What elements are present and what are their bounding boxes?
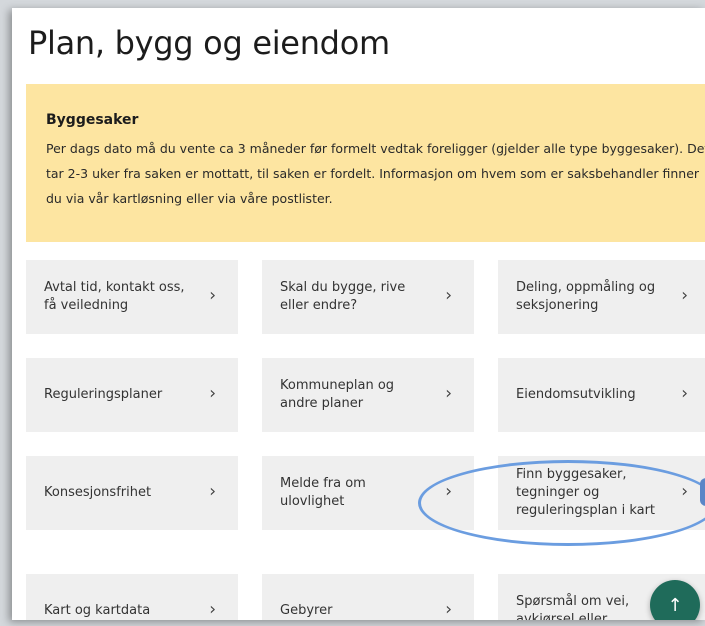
notice-text: Per dags dato må du vente ca 3 måneder f… xyxy=(46,141,705,206)
tile-label: Kommuneplan og andre planer xyxy=(280,378,395,411)
chevron-right-icon: › xyxy=(445,481,452,502)
tile-avtal-tid[interactable]: Avtal tid, kontakt oss, få veiledning › xyxy=(26,260,238,334)
chevron-right-icon: › xyxy=(209,481,216,502)
tile-reguleringsplaner[interactable]: Reguleringsplaner › xyxy=(26,358,238,432)
tile-label: Eiendomsutvikling xyxy=(516,387,636,402)
tile-label: Gebyrer xyxy=(280,603,333,618)
tile-eiendomsutvikling[interactable]: Eiendomsutvikling › xyxy=(498,358,705,432)
tile-deling-oppmaling[interactable]: Deling, oppmåling og seksjonering › xyxy=(498,260,705,334)
tile-gebyrer[interactable]: Gebyrer › xyxy=(262,574,474,620)
chevron-right-icon: › xyxy=(209,383,216,404)
chevron-right-icon: › xyxy=(681,383,688,404)
notice-title: Byggesaker xyxy=(46,112,139,128)
tile-konsesjonsfrihet[interactable]: Konsesjonsfrihet › xyxy=(26,456,238,530)
page-frame: Plan, bygg og eiendom Byggesaker Per dag… xyxy=(12,8,705,620)
arrow-up-icon: ↑ xyxy=(667,594,683,616)
page-title: Plan, bygg og eiendom xyxy=(28,24,390,62)
tile-melde-fra-ulovlighet[interactable]: Melde fra om ulovlighet › xyxy=(262,456,474,530)
tile-kart-og-kartdata[interactable]: Kart og kartdata › xyxy=(26,574,238,620)
tile-label: Skal du bygge, rive eller endre? xyxy=(280,280,406,313)
tile-label: Melde fra om ulovlighet xyxy=(280,476,366,509)
tile-skal-du-bygge[interactable]: Skal du bygge, rive eller endre? › xyxy=(262,260,474,334)
chevron-right-icon: › xyxy=(681,481,688,502)
chevron-right-icon: › xyxy=(681,285,688,306)
chevron-right-icon: › xyxy=(445,599,452,620)
chevron-right-icon: › xyxy=(445,383,452,404)
tile-label: Konsesjonsfrihet xyxy=(44,485,152,500)
chevron-right-icon: › xyxy=(209,599,216,620)
tile-label: Spørsmål om vei, avkjørsel eller xyxy=(516,594,630,620)
tile-label: Deling, oppmåling og seksjonering xyxy=(516,280,656,313)
tile-label: Reguleringsplaner xyxy=(44,387,163,402)
tile-label: Kart og kartdata xyxy=(44,603,151,618)
tile-label: Finn byggesaker, tegninger og regulering… xyxy=(516,467,656,518)
tile-label: Avtal tid, kontakt oss, få veiledning xyxy=(44,280,185,313)
chevron-right-icon: › xyxy=(445,285,452,306)
tile-kommuneplan[interactable]: Kommuneplan og andre planer › xyxy=(262,358,474,432)
notice-box: Byggesaker Per dags dato må du vente ca … xyxy=(26,84,705,242)
tile-finn-byggesaker[interactable]: Finn byggesaker, tegninger og regulering… xyxy=(498,456,705,530)
chevron-right-icon: › xyxy=(209,285,216,306)
